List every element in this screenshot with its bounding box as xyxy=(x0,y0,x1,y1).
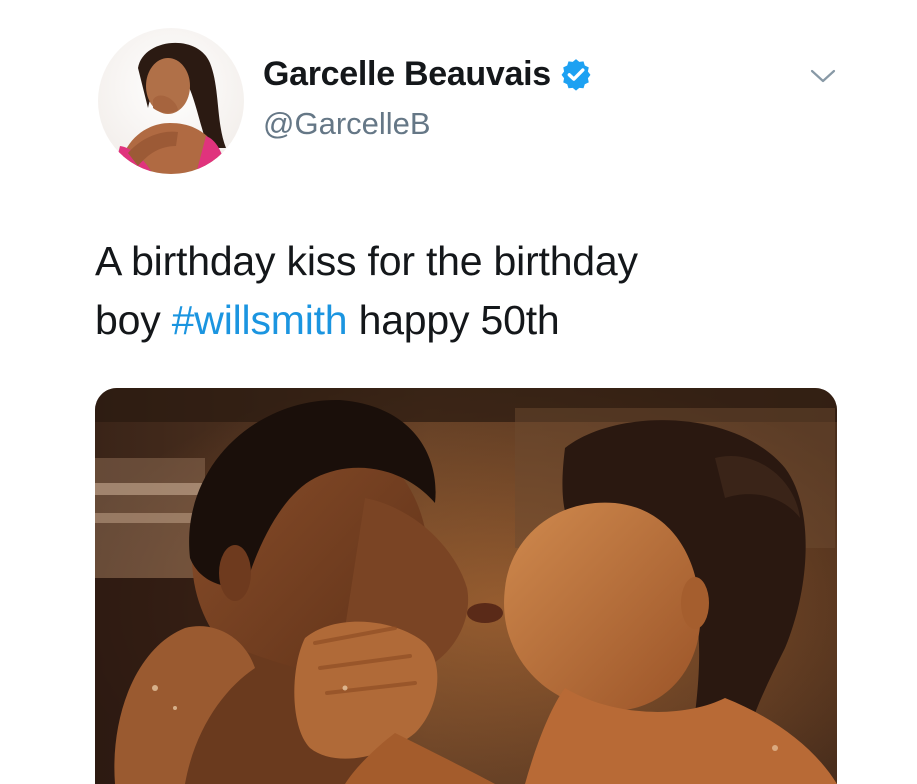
tweet-text-line2-prefix: boy xyxy=(95,297,172,343)
hashtag-link[interactable]: #willsmith xyxy=(172,297,348,343)
tweet-text: A birthday kiss for the birthday boy #wi… xyxy=(95,232,855,350)
avatar-photo xyxy=(98,28,244,174)
chevron-down-icon[interactable] xyxy=(808,64,838,88)
author-display-name[interactable]: Garcelle Beauvais xyxy=(263,55,551,94)
author-name-row: Garcelle Beauvais xyxy=(263,52,593,96)
author-handle[interactable]: @GarcelleB xyxy=(263,106,431,142)
verified-badge-icon xyxy=(559,57,593,91)
tweet-text-line1: A birthday kiss for the birthday xyxy=(95,238,638,284)
tweet-media-photo[interactable] xyxy=(95,388,837,784)
photo-kiss-scene xyxy=(95,388,837,784)
author-avatar[interactable] xyxy=(98,28,244,174)
tweet-card: Garcelle Beauvais @GarcelleB A birthday … xyxy=(0,0,917,784)
tweet-text-line2-suffix: happy 50th xyxy=(347,297,560,343)
